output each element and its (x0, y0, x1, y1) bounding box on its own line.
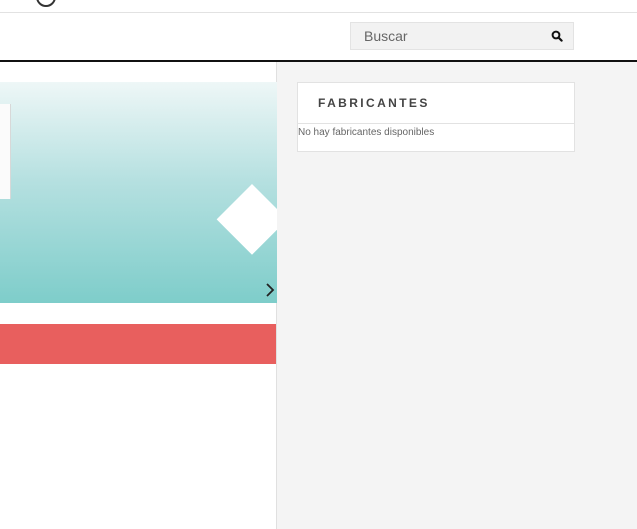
promo-banner[interactable] (0, 324, 276, 364)
search-box (350, 22, 574, 50)
chevron-right-icon[interactable] (265, 283, 275, 297)
logo-fragment (36, 0, 56, 7)
search-button[interactable] (543, 23, 573, 49)
header (0, 13, 637, 62)
manufacturers-title: FABRICANTES (298, 83, 574, 124)
search-input[interactable] (351, 23, 554, 49)
manufacturers-empty-message: No hay fabricantes disponibles (298, 127, 435, 138)
sidebar: FABRICANTES No hay fabricantes disponibl… (297, 82, 575, 152)
main-column (0, 62, 277, 529)
slide-content-card (0, 104, 11, 199)
manufacturers-block: FABRICANTES No hay fabricantes disponibl… (297, 82, 575, 152)
image-slider (0, 82, 277, 303)
slider-next-tab[interactable] (216, 184, 277, 255)
search-icon (551, 30, 563, 42)
top-bar (0, 0, 637, 13)
